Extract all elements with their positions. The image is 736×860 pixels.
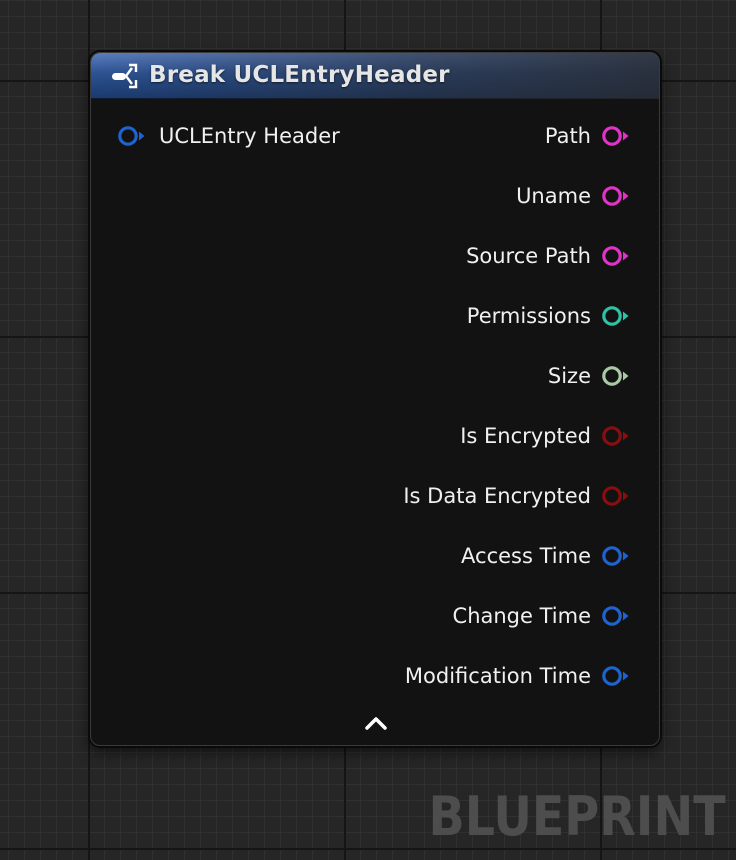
output-pin-label: Uname bbox=[516, 184, 591, 208]
output-pin-icon[interactable] bbox=[601, 364, 631, 388]
struct-input-pin-icon[interactable] bbox=[117, 124, 147, 148]
output-pin-icon[interactable] bbox=[601, 244, 631, 268]
output-pin-row[interactable]: Modification Time bbox=[405, 661, 631, 691]
output-pin-icon[interactable] bbox=[601, 604, 631, 628]
node-title: Break UCLEntryHeader bbox=[149, 62, 450, 88]
output-pin-row[interactable]: Permissions bbox=[467, 301, 631, 331]
output-pin-label: Is Encrypted bbox=[460, 424, 591, 448]
output-pin-row[interactable]: Uname bbox=[516, 181, 631, 211]
output-pin-row[interactable]: Size bbox=[548, 361, 631, 391]
output-pin-row[interactable]: Path bbox=[545, 121, 631, 151]
break-ucl-entry-header-node[interactable]: Break UCLEntryHeader UCLEntry Header Pat… bbox=[90, 52, 660, 746]
node-header[interactable]: Break UCLEntryHeader bbox=[91, 53, 659, 99]
input-pin-label: UCLEntry Header bbox=[159, 124, 340, 148]
output-pin-label: Change Time bbox=[452, 604, 591, 628]
output-pin-row[interactable]: Source Path bbox=[466, 241, 631, 271]
output-pin-row[interactable]: Is Data Encrypted bbox=[403, 481, 631, 511]
output-pin-icon[interactable] bbox=[601, 484, 631, 508]
blueprint-watermark: BLUEPRINT bbox=[428, 785, 726, 848]
output-pin-label: Path bbox=[544, 124, 591, 148]
output-pin-label: Access Time bbox=[461, 544, 591, 568]
output-pin-icon[interactable] bbox=[601, 304, 631, 328]
output-pin-row[interactable]: Is Encrypted bbox=[460, 421, 631, 451]
input-pin-row[interactable]: UCLEntry Header bbox=[117, 121, 340, 151]
break-struct-icon bbox=[112, 63, 138, 89]
output-pin-label: Permissions bbox=[466, 304, 591, 328]
output-pin-row[interactable]: Access Time bbox=[461, 541, 631, 571]
output-pin-label: Source Path bbox=[466, 244, 591, 268]
output-pin-label: Is Data Encrypted bbox=[403, 484, 591, 508]
output-pin-icon[interactable] bbox=[601, 664, 631, 688]
output-pin-icon[interactable] bbox=[601, 124, 631, 148]
chevron-up-icon[interactable] bbox=[361, 713, 391, 733]
output-pin-label: Size bbox=[547, 364, 591, 388]
output-pin-icon[interactable] bbox=[601, 184, 631, 208]
output-pin-label: Modification Time bbox=[404, 664, 591, 688]
output-pin-icon[interactable] bbox=[601, 544, 631, 568]
output-pin-row[interactable]: Change Time bbox=[453, 601, 631, 631]
output-pin-icon[interactable] bbox=[601, 424, 631, 448]
